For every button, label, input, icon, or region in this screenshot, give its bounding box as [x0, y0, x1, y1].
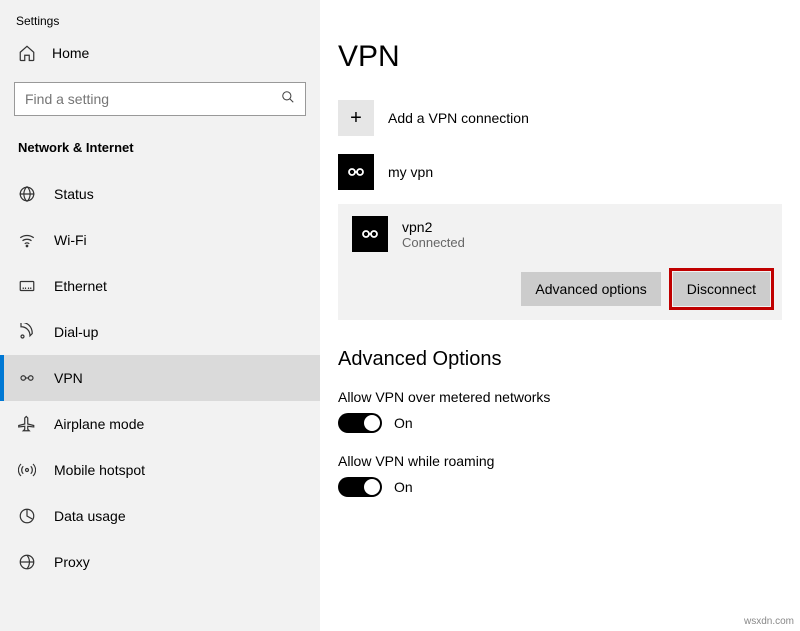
sidebar-item-dialup[interactable]: Dial-up: [0, 309, 320, 355]
search-icon: [281, 90, 295, 109]
hotspot-icon: [18, 461, 36, 479]
watermark: wsxdn.com: [744, 616, 794, 627]
vpn-connection-icon: [352, 216, 388, 252]
vpn-icon: [18, 369, 36, 387]
toggle-state: On: [394, 479, 413, 495]
datausage-icon: [18, 507, 36, 525]
toggle-state: On: [394, 415, 413, 431]
option-label: Allow VPN while roaming: [338, 453, 782, 469]
add-vpn-row[interactable]: + Add a VPN connection: [338, 100, 782, 136]
vpn-connection-card-selected: vpn2 Connected Advanced options Disconne…: [338, 204, 782, 320]
vpn-connection-name: vpn2: [402, 219, 465, 235]
sidebar-item-proxy[interactable]: Proxy: [0, 539, 320, 585]
sidebar-item-label: Wi-Fi: [54, 232, 87, 248]
page-title: VPN: [338, 40, 782, 74]
sidebar-item-datausage[interactable]: Data usage: [0, 493, 320, 539]
vpn-connection-row[interactable]: my vpn: [338, 154, 782, 190]
home-nav[interactable]: Home: [0, 32, 320, 74]
advanced-options-button[interactable]: Advanced options: [521, 272, 660, 306]
dialup-icon: [18, 323, 36, 341]
toggle-metered[interactable]: [338, 413, 382, 433]
option-label: Allow VPN over metered networks: [338, 389, 782, 405]
airplane-icon: [18, 415, 36, 433]
sidebar-item-vpn[interactable]: VPN: [0, 355, 320, 401]
plus-icon: +: [338, 100, 374, 136]
vpn-connection-row[interactable]: vpn2 Connected: [352, 216, 770, 252]
sidebar-item-label: Proxy: [54, 554, 90, 570]
home-label: Home: [52, 45, 89, 61]
sidebar-item-label: Airplane mode: [54, 416, 144, 432]
search-input[interactable]: [25, 91, 281, 107]
status-icon: [18, 185, 36, 203]
search-wrap: [14, 82, 306, 116]
window-title: Settings: [0, 10, 320, 32]
nav-list: Status Wi-Fi Ethernet Dial-up VPN Airpla…: [0, 171, 320, 585]
toggle-row-roaming: On: [338, 477, 782, 497]
advanced-options-title: Advanced Options: [338, 348, 782, 371]
disconnect-button[interactable]: Disconnect: [673, 272, 770, 306]
sidebar-item-label: Mobile hotspot: [54, 462, 145, 478]
sidebar-item-label: Dial-up: [54, 324, 98, 340]
main-content: VPN + Add a VPN connection my vpn vpn2 C…: [320, 0, 800, 631]
section-label: Network & Internet: [0, 116, 320, 171]
vpn-button-row: Advanced options Disconnect: [352, 272, 770, 306]
sidebar-item-label: Data usage: [54, 508, 126, 524]
sidebar-item-label: Status: [54, 186, 94, 202]
vpn-connection-status: Connected: [402, 235, 465, 250]
proxy-icon: [18, 553, 36, 571]
sidebar: Settings Home Network & Internet Status …: [0, 0, 320, 631]
sidebar-item-ethernet[interactable]: Ethernet: [0, 263, 320, 309]
add-vpn-label: Add a VPN connection: [388, 110, 529, 126]
sidebar-item-status[interactable]: Status: [0, 171, 320, 217]
sidebar-item-label: Ethernet: [54, 278, 107, 294]
sidebar-item-label: VPN: [54, 370, 83, 386]
home-icon: [18, 44, 36, 62]
vpn-connection-name: my vpn: [388, 164, 433, 180]
sidebar-item-airplane[interactable]: Airplane mode: [0, 401, 320, 447]
vpn-connection-text: vpn2 Connected: [402, 219, 465, 250]
toggle-row-metered: On: [338, 413, 782, 433]
sidebar-item-wifi[interactable]: Wi-Fi: [0, 217, 320, 263]
wifi-icon: [18, 231, 36, 249]
ethernet-icon: [18, 277, 36, 295]
sidebar-item-hotspot[interactable]: Mobile hotspot: [0, 447, 320, 493]
vpn-connection-icon: [338, 154, 374, 190]
toggle-roaming[interactable]: [338, 477, 382, 497]
search-box[interactable]: [14, 82, 306, 116]
